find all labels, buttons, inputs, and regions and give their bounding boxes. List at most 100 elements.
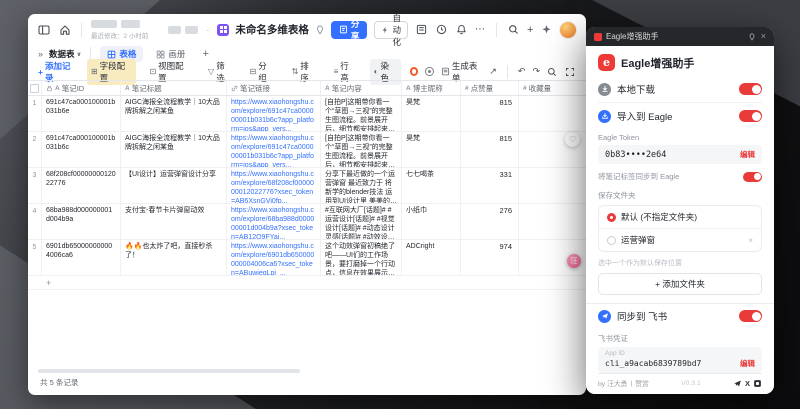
floating-heart-button[interactable]: ♡ [565,132,580,147]
token-edit-button[interactable]: 编辑 [740,149,755,160]
column-header-favorites[interactable]: # 收藏量 [519,81,586,95]
radio-icon[interactable] [607,213,616,222]
cell-note-link[interactable]: https://www.xiaohongshu.com/explore/691c… [227,96,321,131]
folder-option-default[interactable]: 默认 (不指定文件夹) [599,206,761,228]
cell-author[interactable]: ADCright [402,240,461,275]
assistant-icon[interactable] [425,67,433,76]
cell-note-title[interactable]: AIGC海报全流程教学｜10大品牌拆解之闲某鱼 [121,96,227,131]
datasheet-switcher[interactable]: 数据表 ∨ [49,48,81,60]
table-row[interactable]: 1 691c47ca000100001b031b6e AIGC海报全流程教学｜1… [28,96,586,132]
sidebar-collapse-icon[interactable] [36,22,51,37]
table-row[interactable]: 5 6901db650000000004006ca6 🔥🔥也太炸了吧，直接秒杀了… [28,240,586,276]
cell-note-id[interactable]: 68ba988d000000001d004b9a [42,204,121,239]
cell-favorites[interactable] [519,96,586,131]
share-button[interactable]: 分享 [331,21,368,39]
redacted-breadcrumb-block[interactable] [121,20,140,28]
column-header-note-id[interactable]: A 笔记ID [42,81,121,95]
app-id-edit-button[interactable]: 编辑 [740,358,755,369]
cell-note-title[interactable]: 🔥🔥也太炸了吧，直接秒杀了！ [121,240,227,275]
cell-note-link[interactable]: https://www.xiaohongshu.com/explore/691c… [227,132,321,167]
notification-bell-icon[interactable] [455,23,468,36]
cell-author[interactable]: 昊梵 [402,132,461,167]
column-header-likes[interactable]: # 点赞量 [461,81,519,95]
cell-note-link[interactable]: https://www.xiaohongshu.com/explore/68f2… [227,168,321,203]
cell-favorites[interactable] [519,204,586,239]
remove-folder-icon[interactable]: × [748,236,753,245]
cell-favorites[interactable] [519,168,586,203]
catalog-icon[interactable] [415,23,428,36]
cell-note-title[interactable]: AIGC海报全流程教学｜10大品牌拆解之闲某鱼 [121,132,227,167]
cell-likes[interactable]: 815 [461,96,519,131]
cell-note-content[interactable]: 分享下最近做的一个运营弹窗 最近致力于 将新学的blender技法 运用到UI设… [321,168,402,203]
horizontal-scrollbar[interactable] [38,369,300,373]
cell-note-content[interactable]: #互联网大厂[话题]# #运营设计[话题]# #视觉设计[话题]# #动态设计灵… [321,204,402,239]
redacted-breadcrumb-block[interactable] [185,26,198,34]
cell-likes[interactable]: 276 [461,204,519,239]
radio-icon[interactable] [607,236,616,245]
panel-titlebar[interactable]: Eagle增强助手 × [586,27,774,46]
local-download-toggle[interactable] [739,83,762,95]
cell-note-id[interactable]: 691c47ca000100001b031b6e [42,96,121,131]
cell-author[interactable]: 昊梵 [402,96,461,131]
select-all-checkbox[interactable] [28,81,42,95]
cell-note-title[interactable]: 支付宝-春节卡片弹窗动效 [121,204,227,239]
feishu-sync-toggle[interactable] [739,310,762,322]
donate-link[interactable]: 赞赏 [635,378,649,388]
add-record-row[interactable]: + [28,276,586,290]
tag-sync-toggle[interactable] [743,172,762,182]
home-icon[interactable] [57,22,72,37]
cell-likes[interactable]: 974 [461,240,519,275]
cell-author[interactable]: 小纸巾 [402,204,461,239]
cell-author[interactable]: 七七喝茶 [402,168,461,203]
column-header-author[interactable]: A 博主昵称 [402,81,461,95]
cell-likes[interactable]: 331 [461,168,519,203]
document-title[interactable]: 未命名多维表格 [235,22,309,37]
plugin-indicator-icon[interactable] [410,67,419,76]
app-id-field[interactable]: App ID cli_a9acab6839789bd7 编辑 [598,347,762,373]
column-header-note-content[interactable]: A 笔记内容 [321,81,402,95]
redacted-breadcrumb-block[interactable] [91,20,117,28]
cell-note-content[interactable]: [自拍P]这期带你看一个“草图→三视”的完整生图流程。前景展开后，细节都安排起来… [321,96,402,131]
table-row[interactable]: 2 691c47ca000100001b031b6c AIGC海报全流程教学｜1… [28,132,586,168]
cell-likes[interactable]: 815 [461,132,519,167]
cell-note-id[interactable]: 691c47ca000100001b031b6c [42,132,121,167]
author-credit[interactable]: by 汪大勇 [598,378,627,388]
cell-note-link[interactable]: https://www.xiaohongshu.com/explore/6901… [227,240,321,275]
expand-fullscreen-icon[interactable] [565,66,576,77]
cell-note-content[interactable]: [自拍P]这期带你看一个“草图→三视”的完整生图流程。前景展开后，细节都安排起来… [321,132,402,167]
cell-note-id[interactable]: 68f208cf0000000012022776 [42,168,121,203]
close-icon[interactable]: × [761,32,766,41]
cell-note-link[interactable]: https://www.xiaohongshu.com/explore/68ba… [227,204,321,239]
import-eagle-toggle[interactable] [739,110,762,122]
expand-sheets-icon[interactable]: » [38,49,43,59]
history-clock-icon[interactable] [435,23,448,36]
redo-icon[interactable]: ↷ [532,66,540,77]
pin-window-icon[interactable] [748,32,757,41]
redacted-breadcrumb-block[interactable] [168,26,181,34]
pin-icon[interactable] [315,25,325,35]
send-icon[interactable] [733,379,742,388]
cell-note-title[interactable]: 【UI设计】运营弹窗设计分享 [121,168,227,203]
open-external-icon[interactable]: ↗ [489,66,497,77]
search-icon[interactable] [507,23,520,36]
column-header-note-link[interactable]: 笔记链接 [227,81,321,95]
table-row[interactable]: 4 68ba988d000000001d004b9a 支付宝-春节卡片弹窗动效 … [28,204,586,240]
column-header-note-title[interactable]: A 笔记标题 [121,81,227,95]
user-avatar[interactable] [560,22,576,38]
undo-icon[interactable]: ↶ [518,66,526,77]
eagle-token-field[interactable]: 0b83••••2e64 编辑 [598,145,762,164]
automation-button[interactable]: 自动化 [374,21,408,39]
new-doc-plus-icon[interactable]: + [527,24,533,36]
add-folder-button[interactable]: + 添加文件夹 [598,273,762,295]
cell-note-content[interactable]: 这个动效弹窗初稿绝了吧——UI们的工作场景，要打磨掉一个行动点，信息在效果展示里… [321,240,402,275]
folder-option-custom[interactable]: 运营弹窗 × [599,228,761,251]
x-social-icon[interactable]: X [745,379,750,388]
more-icon[interactable]: ⋯ [475,24,486,35]
table-row[interactable]: 3 68f208cf0000000012022776 【UI设计】运营弹窗设计分… [28,168,586,204]
ai-sparkle-icon[interactable] [540,23,553,36]
find-in-table-icon[interactable] [547,66,558,77]
floating-collaborator-avatar[interactable]: 汪 [567,254,581,268]
cell-note-id[interactable]: 6901db650000000004006ca6 [42,240,121,275]
record-count: 共 5 条记录 [40,377,78,388]
app-social-icon[interactable] [753,379,762,388]
